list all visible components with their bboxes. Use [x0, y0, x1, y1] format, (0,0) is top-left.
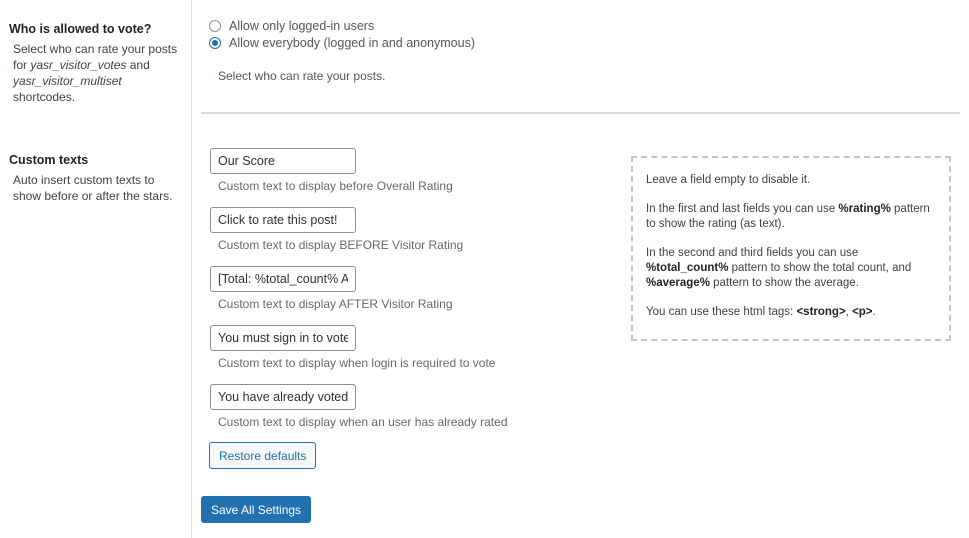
shortcode-visitor-votes: yasr_visitor_votes [30, 58, 127, 72]
text-after-visitor-input[interactable] [210, 266, 356, 292]
section-divider [201, 112, 960, 114]
radio-button[interactable] [209, 20, 221, 32]
vote-section-title: Who is allowed to vote? [9, 22, 152, 36]
info-line-rating-pattern: In the first and last fields you can use… [646, 203, 930, 230]
radio-logged-in-only[interactable]: Allow only logged-in users [209, 19, 374, 33]
radio-allow-everybody[interactable]: Allow everybody (logged in and anonymous… [209, 36, 475, 50]
custom-texts-info-box: Leave a field empty to disable it. In th… [631, 156, 951, 341]
restore-defaults-button[interactable]: Restore defaults [209, 442, 317, 469]
save-all-settings-button[interactable]: Save All Settings [201, 496, 312, 523]
text-before-overall-desc: Custom text to display before Overall Ra… [218, 179, 453, 193]
text-before-overall-input[interactable] [210, 148, 356, 174]
text-after-visitor-desc: Custom text to display AFTER Visitor Rat… [218, 297, 453, 311]
info-line-html-tags: You can use these html tags: <strong>, <… [646, 306, 876, 318]
text-already-voted-desc: Custom text to display when an user has … [218, 415, 508, 429]
custom-texts-description: Auto insert custom texts to show before … [13, 173, 173, 203]
text-before-visitor-desc: Custom text to display BEFORE Visitor Ra… [218, 238, 464, 252]
radio-button-checked[interactable] [209, 37, 221, 49]
info-line-count-average-pattern: In the second and third fields you can u… [646, 247, 912, 289]
text-before-visitor-input[interactable] [210, 207, 356, 233]
text-already-voted-input[interactable] [210, 384, 356, 410]
text-login-required-input[interactable] [210, 325, 356, 351]
vote-help-text: Select who can rate your posts. [218, 69, 386, 83]
shortcode-visitor-multiset: yasr_visitor_multiset [13, 74, 122, 88]
text-login-required-desc: Custom text to display when login is req… [218, 356, 496, 370]
custom-texts-title: Custom texts [9, 153, 89, 167]
info-line-empty-field: Leave a field empty to disable it. [646, 174, 811, 186]
vote-section-description: Select who can rate your posts for yasr_… [13, 42, 178, 104]
